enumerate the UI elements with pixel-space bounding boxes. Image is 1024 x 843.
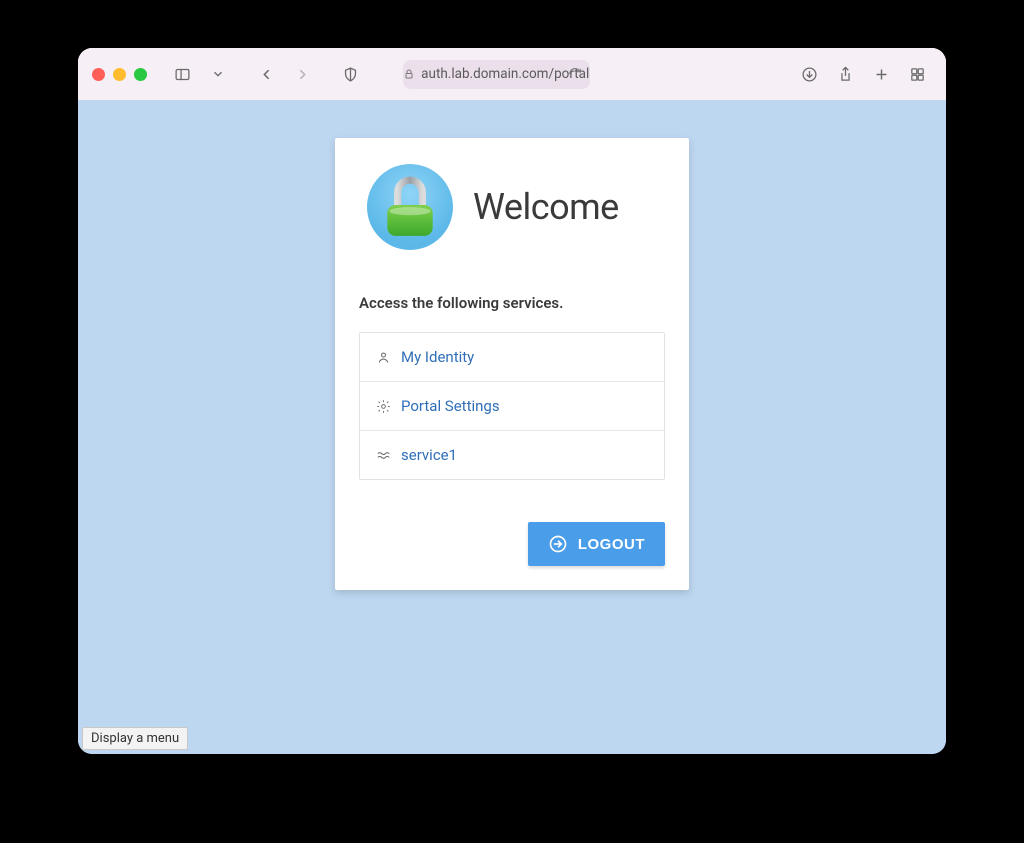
- browser-toolbar: auth.lab.domain.com/portal: [78, 48, 946, 100]
- padlock-logo: [367, 164, 453, 250]
- minimize-window-button[interactable]: [113, 68, 126, 81]
- maximize-window-button[interactable]: [134, 68, 147, 81]
- share-button[interactable]: [830, 60, 860, 88]
- waves-icon: [376, 448, 391, 463]
- url-text: auth.lab.domain.com/portal: [421, 66, 589, 82]
- card-header: Welcome: [359, 164, 665, 250]
- service-list: My Identity Portal Settings service1: [359, 332, 665, 480]
- downloads-button[interactable]: [794, 60, 824, 88]
- logout-button[interactable]: LOGOUT: [528, 522, 665, 566]
- logout-icon: [548, 534, 568, 554]
- service-label: My Identity: [401, 348, 474, 366]
- gear-icon: [376, 399, 391, 414]
- forward-button[interactable]: [287, 60, 317, 88]
- close-window-button[interactable]: [92, 68, 105, 81]
- tab-overview-button[interactable]: [902, 60, 932, 88]
- service-item-service1[interactable]: service1: [360, 431, 664, 479]
- tab-group-menu-button[interactable]: [203, 60, 233, 88]
- service-label: Portal Settings: [401, 397, 500, 415]
- portal-card: Welcome Access the following services. M…: [335, 138, 689, 590]
- page-content: Welcome Access the following services. M…: [78, 100, 946, 754]
- service-label: service1: [401, 446, 457, 464]
- sidebar-toggle-button[interactable]: [167, 60, 197, 88]
- service-item-settings[interactable]: Portal Settings: [360, 382, 664, 431]
- reload-button[interactable]: [568, 67, 582, 81]
- new-tab-button[interactable]: [866, 60, 896, 88]
- page-title: Welcome: [473, 186, 619, 228]
- privacy-shield-button[interactable]: [335, 60, 365, 88]
- card-footer: LOGOUT: [359, 522, 665, 566]
- user-icon: [376, 350, 391, 365]
- lock-icon: [403, 68, 415, 80]
- status-tooltip: Display a menu: [82, 727, 188, 750]
- service-item-identity[interactable]: My Identity: [360, 333, 664, 382]
- logout-label: LOGOUT: [578, 536, 645, 553]
- window-controls: [92, 68, 147, 81]
- back-button[interactable]: [251, 60, 281, 88]
- address-bar[interactable]: auth.lab.domain.com/portal: [403, 60, 590, 89]
- card-subtitle: Access the following services.: [359, 294, 665, 312]
- browser-window: auth.lab.domain.com/portal: [78, 48, 946, 754]
